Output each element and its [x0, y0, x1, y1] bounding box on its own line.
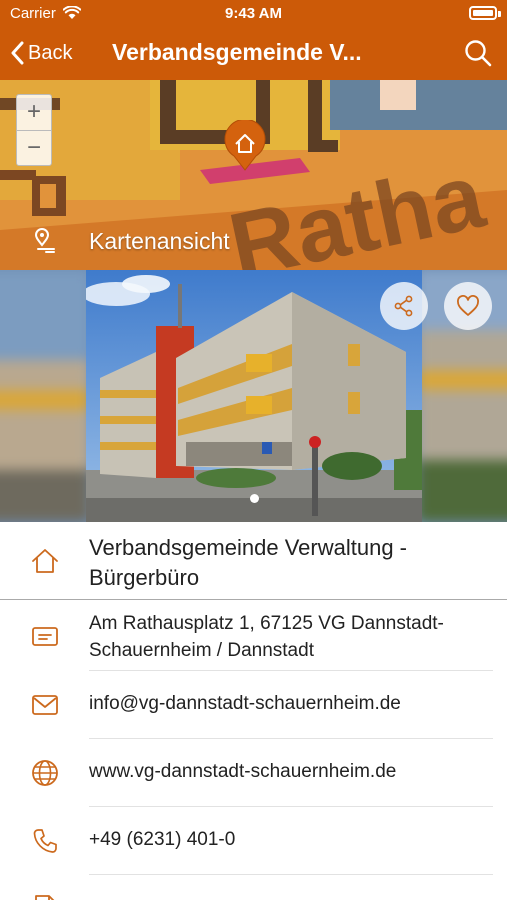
- globe-icon: [32, 760, 58, 786]
- phone-icon: [33, 829, 57, 853]
- search-icon[interactable]: [463, 38, 493, 68]
- document-icon: [35, 895, 55, 900]
- gallery-photo[interactable]: [86, 270, 422, 522]
- next-row-partial: [0, 875, 507, 900]
- battery-icon: [469, 6, 497, 20]
- name-row: Verbandsgemeinde Verwaltung - Bürgerbüro: [0, 522, 507, 600]
- phone-link[interactable]: +49 (6231) 401-0: [89, 828, 489, 852]
- address-text: Am Rathausplatz 1, 67125 VG Dannstadt-Sc…: [89, 613, 444, 661]
- map-view-label: Kartenansicht: [89, 227, 230, 254]
- map-preview[interactable]: Ratha + − Kartenansicht: [0, 80, 507, 270]
- back-button[interactable]: Back: [10, 38, 72, 68]
- heart-icon: [457, 295, 479, 316]
- back-label: Back: [28, 41, 73, 64]
- page-title: Verbandsgemeinde V...: [112, 39, 362, 65]
- nav-bar: Back Verbandsgemeinde V...: [0, 28, 507, 80]
- gallery-page-indicator: [250, 494, 259, 503]
- favorite-button[interactable]: [444, 282, 492, 330]
- zoom-in-button[interactable]: +: [17, 95, 51, 130]
- address-card-icon: [32, 627, 58, 646]
- location-pin-icon: [34, 228, 55, 253]
- website-row[interactable]: www.vg-dannstadt-schauernheim.de: [0, 739, 507, 807]
- email-link[interactable]: info@vg-dannstadt-schauernheim.de: [89, 692, 489, 716]
- map-view-link[interactable]: Kartenansicht: [0, 212, 507, 270]
- status-time: 9:43 AM: [225, 5, 282, 22]
- mail-icon: [32, 695, 58, 715]
- battery-tip: [498, 11, 501, 17]
- share-button[interactable]: [380, 282, 428, 330]
- building-photo: [86, 270, 422, 522]
- place-name: Verbandsgemeinde Verwaltung - Bürgerbüro: [89, 535, 407, 590]
- share-icon: [394, 295, 413, 317]
- app-header: Carrier 9:43 AM Back Verbandsgemeinde V.…: [0, 0, 507, 80]
- address-row: Am Rathausplatz 1, 67125 VG Dannstadt-Sc…: [0, 601, 507, 671]
- home-pin-icon[interactable]: [222, 120, 268, 172]
- gallery-prev-blur: [0, 270, 90, 522]
- status-bar: Carrier 9:43 AM: [0, 0, 507, 28]
- photo-gallery[interactable]: [0, 270, 507, 522]
- chevron-left-icon: [11, 41, 24, 65]
- zoom-control: + −: [16, 94, 52, 166]
- website-link[interactable]: www.vg-dannstadt-schauernheim.de: [89, 760, 489, 784]
- home-icon: [32, 549, 58, 573]
- email-row[interactable]: info@vg-dannstadt-schauernheim.de: [0, 671, 507, 739]
- phone-row[interactable]: +49 (6231) 401-0: [0, 807, 507, 875]
- zoom-out-button[interactable]: −: [17, 130, 51, 165]
